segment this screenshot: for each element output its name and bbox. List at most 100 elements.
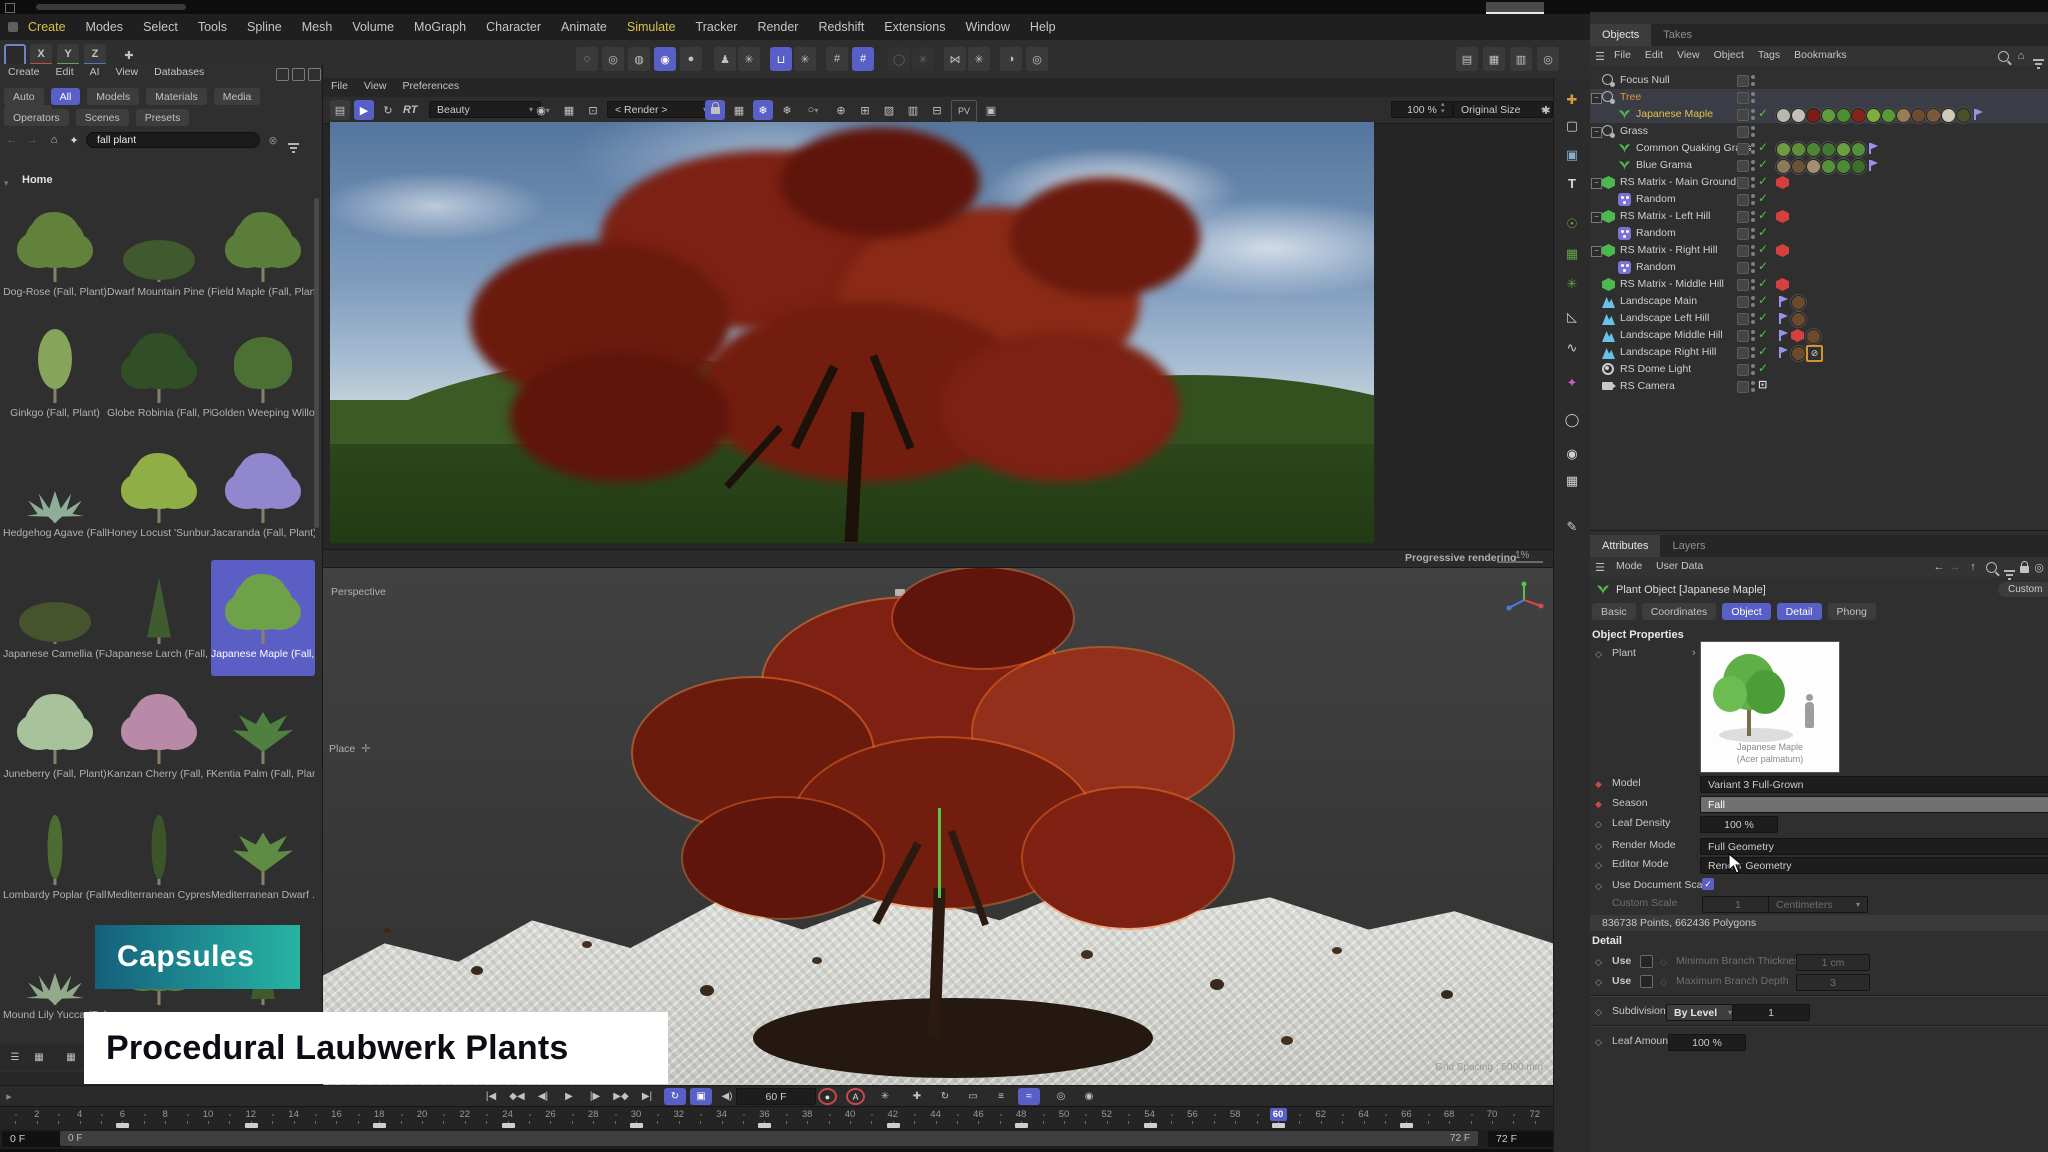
laubwerk-tag-icon[interactable] [1971, 108, 1984, 121]
shading-sphere-1-icon[interactable]: ◌ [576, 47, 598, 71]
pencil-tool-icon[interactable]: ✎ [1561, 516, 1583, 538]
autokey-button[interactable]: A [846, 1088, 865, 1105]
focus-icon[interactable]: ⊕ [831, 100, 851, 120]
leaf-density-field[interactable]: 100 % [1700, 816, 1778, 833]
object-row-rs-matrix-main-ground[interactable]: −RS Matrix - Main Ground✓ [1590, 174, 2048, 191]
visibility-dots[interactable] [1751, 92, 1755, 103]
render-slot-dropdown[interactable]: < Render >▾ [607, 101, 715, 118]
play-render-icon[interactable]: ▶ [354, 100, 374, 120]
frame-number[interactable]: 2 [26, 1109, 48, 1120]
plant-row-label[interactable]: Plant [1612, 647, 1636, 659]
next-frame-button[interactable]: |▶ [584, 1088, 606, 1105]
layer-toggle[interactable] [1737, 160, 1749, 172]
om-menu-view[interactable]: View [1677, 49, 1700, 61]
sound-button[interactable]: ◀) [716, 1088, 738, 1105]
object-row-landscape-middle-hill[interactable]: Landscape Middle Hill✓ [1590, 327, 2048, 344]
filter-media[interactable]: Media [214, 88, 261, 105]
material-tag[interactable] [1941, 108, 1956, 123]
leaf-amount-field[interactable]: 100 % [1668, 1034, 1746, 1051]
axis-lock-y[interactable]: Y [57, 44, 79, 66]
zoom-stepper[interactable]: ▴▾ [1441, 101, 1449, 116]
season-key[interactable]: ◆ [1595, 799, 1602, 810]
frame-number[interactable]: 70 [1481, 1109, 1503, 1120]
frame-number[interactable]: 14 [283, 1109, 305, 1120]
shading-sphere-5-icon[interactable]: ● [680, 47, 702, 71]
material-tag[interactable] [1776, 159, 1791, 174]
object-row-focus-null[interactable]: Focus Null [1590, 72, 2048, 89]
keyframe-marker[interactable] [1272, 1123, 1285, 1128]
leaf-amount-key[interactable]: ◇ [1595, 1037, 1602, 1048]
material-tag[interactable] [1776, 108, 1791, 123]
material-tag[interactable] [1806, 142, 1821, 157]
character-rig-tool-icon[interactable]: ✦ [1561, 372, 1583, 394]
menu-window[interactable]: Window [965, 20, 1009, 34]
laubwerk-tag-icon[interactable] [1776, 295, 1789, 308]
frame-number[interactable]: 68 [1438, 1109, 1460, 1120]
attr-tab-coordinates[interactable]: Coordinates [1642, 603, 1717, 620]
maple-tree-viewport[interactable] [593, 567, 1293, 1068]
model-key[interactable]: ◆ [1595, 779, 1602, 790]
layer-toggle[interactable] [1737, 109, 1749, 121]
editor-mode-dropdown[interactable]: Render Geometry [1700, 857, 2048, 874]
material-tag[interactable] [1791, 295, 1806, 310]
menu-tools[interactable]: Tools [198, 20, 227, 34]
material-tag[interactable] [1806, 329, 1821, 344]
cube-tool-icon[interactable]: ▣ [1561, 144, 1583, 166]
object-row-rs-camera[interactable]: RS Camera⊡ [1590, 378, 2048, 395]
plane-tool-icon[interactable]: ▢ [1561, 115, 1583, 137]
spline-tool-icon[interactable]: ∿ [1561, 337, 1583, 359]
menu-character[interactable]: Character [486, 20, 541, 34]
enable-check-icon[interactable]: ✓ [1758, 327, 1768, 341]
asset-menu-databases[interactable]: Databases [154, 66, 204, 82]
asset-item-ginkgo-fall-plant[interactable]: Ginkgo (Fall, Plant) [3, 319, 107, 435]
visibility-dots[interactable] [1751, 364, 1755, 375]
editor-mode-key[interactable]: ◇ [1595, 860, 1602, 871]
subdivision-key[interactable]: ◇ [1595, 1007, 1602, 1018]
asset-item-japanese-larch-fall-pl[interactable]: Japanese Larch (Fall, Pl... [107, 560, 211, 676]
enable-check-icon[interactable]: ✓ [1758, 174, 1768, 188]
symmetry-settings-icon[interactable]: ✳ [968, 47, 990, 71]
enable-check-icon[interactable]: ✓ [1758, 310, 1768, 324]
frame-number[interactable]: 22 [454, 1109, 476, 1120]
filter-models[interactable]: Models [87, 88, 139, 105]
enable-check-icon[interactable]: ✓ [1758, 157, 1768, 171]
solo-off-button[interactable]: ◎ [1050, 1088, 1072, 1105]
material-tag[interactable] [1791, 142, 1806, 157]
keyframe-marker[interactable] [887, 1123, 900, 1128]
layout-toggle-1[interactable] [276, 68, 289, 81]
asset-item-hedgehog-agave-fall[interactable]: Hedgehog Agave (Fall... [3, 439, 107, 555]
list-view-icon[interactable]: ☰ [6, 1048, 24, 1066]
layer-toggle[interactable] [1737, 313, 1749, 325]
filter-operators[interactable]: Operators [4, 109, 69, 126]
expander-icon[interactable]: − [1591, 212, 1602, 223]
diagonal-compare-icon[interactable]: ▨ [879, 100, 899, 120]
compositing-tag-icon[interactable]: ⊘ [1806, 345, 1823, 362]
redshift-tag-icon[interactable] [1776, 210, 1789, 223]
frame-number[interactable]: 20 [411, 1109, 433, 1120]
sphere-tool-icon[interactable]: ◯ [1561, 409, 1583, 431]
layer-toggle[interactable] [1737, 126, 1749, 138]
viewport-name[interactable]: Perspective [331, 586, 386, 598]
layer-toggle[interactable] [1737, 92, 1749, 104]
prev-frame-button[interactable]: ◀| [532, 1088, 554, 1105]
keyframe-marker[interactable] [1144, 1123, 1157, 1128]
filter-scenes[interactable]: Scenes [76, 109, 129, 126]
record-parameters-button[interactable]: ≡ [990, 1088, 1012, 1105]
lock-icon[interactable] [705, 100, 725, 120]
layer-toggle[interactable] [1737, 262, 1749, 274]
refresh-icon[interactable]: ↻ [378, 100, 398, 120]
menu-help[interactable]: Help [1030, 20, 1056, 34]
visibility-dots[interactable] [1751, 211, 1755, 222]
menu-animate[interactable]: Animate [561, 20, 607, 34]
attr-tab-basic[interactable]: Basic [1592, 603, 1636, 620]
layer-toggle[interactable] [1737, 347, 1749, 359]
mirror-tool-icon[interactable]: ◑ [1000, 47, 1022, 71]
asset-item-field-maple-fall-plant[interactable]: Field Maple (Fall, Plant) [211, 198, 315, 314]
loop-button[interactable]: ↻ [664, 1088, 686, 1105]
visibility-dots[interactable] [1751, 313, 1755, 324]
visibility-dots[interactable] [1751, 262, 1755, 273]
enable-check-icon[interactable]: ✓ [1758, 276, 1768, 290]
frame-number[interactable]: 10 [197, 1109, 219, 1120]
menu-modes[interactable]: Modes [86, 20, 124, 34]
enable-check-icon[interactable]: ✓ [1758, 140, 1768, 154]
